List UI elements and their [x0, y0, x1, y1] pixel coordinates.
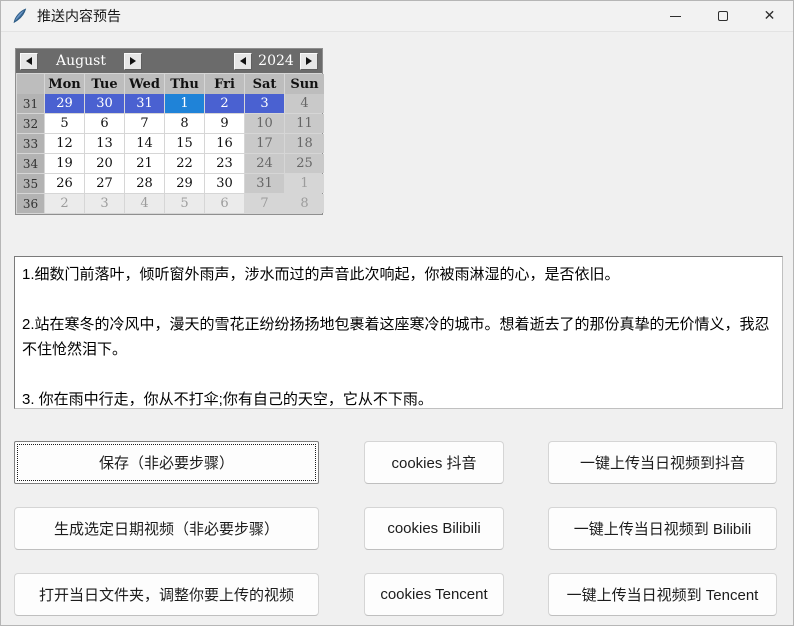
next-month-button[interactable] — [124, 53, 142, 70]
day-cell[interactable]: 12 — [45, 134, 84, 153]
calendar-grid: Mon Tue Wed Thu Fri Sat Sun 31 29 30 31 … — [16, 73, 322, 214]
day-cell[interactable]: 13 — [85, 134, 124, 153]
day-cell[interactable]: 4 — [125, 194, 164, 213]
chevron-left-icon — [26, 57, 32, 65]
day-cell[interactable]: 27 — [85, 174, 124, 193]
close-icon: ✕ — [764, 9, 776, 23]
day-cell[interactable]: 11 — [285, 114, 324, 133]
notes-textarea[interactable]: 1.细数门前落叶，倾听窗外雨声，涉水而过的声音此次响起，你被雨淋湿的心，是否依旧… — [14, 256, 783, 409]
week-number: 31 — [17, 94, 44, 113]
calendar-header: August 2024 — [16, 49, 322, 73]
save-button[interactable]: 保存（非必要步骤） — [14, 441, 319, 484]
minimize-icon — [670, 16, 681, 17]
day-cell[interactable]: 15 — [165, 134, 204, 153]
day-cell[interactable]: 3 — [85, 194, 124, 213]
minimize-button[interactable] — [652, 1, 699, 31]
week-number: 33 — [17, 134, 44, 153]
year-label: 2024 — [252, 53, 300, 69]
day-cell[interactable]: 7 — [125, 114, 164, 133]
day-cell[interactable]: 17 — [245, 134, 284, 153]
cookies-tencent-button[interactable]: cookies Tencent — [364, 573, 504, 616]
day-cell[interactable]: 4 — [285, 94, 324, 113]
day-cell-selected[interactable]: 1 — [165, 94, 204, 113]
close-button[interactable]: ✕ — [746, 1, 793, 31]
day-cell[interactable]: 22 — [165, 154, 204, 173]
window-title: 推送内容预告 — [37, 6, 121, 26]
calendar: August 2024 Mon Tue Wed Thu Fri Sat Sun … — [15, 48, 323, 215]
day-cell[interactable]: 29 — [165, 174, 204, 193]
weekday-header: Sat — [245, 74, 284, 95]
weekday-header: Fri — [205, 74, 244, 95]
day-cell[interactable]: 21 — [125, 154, 164, 173]
day-cell[interactable]: 14 — [125, 134, 164, 153]
day-cell[interactable]: 16 — [205, 134, 244, 153]
day-cell[interactable]: 26 — [45, 174, 84, 193]
weekday-header: Sun — [285, 74, 324, 95]
day-cell[interactable]: 10 — [245, 114, 284, 133]
day-cell[interactable]: 6 — [85, 114, 124, 133]
day-cell[interactable]: 2 — [45, 194, 84, 213]
upload-bilibili-button[interactable]: 一键上传当日视频到 Bilibili — [548, 507, 777, 550]
day-cell[interactable]: 23 — [205, 154, 244, 173]
generate-video-button[interactable]: 生成选定日期视频（非必要步骤） — [14, 507, 319, 550]
weekday-header: Mon — [45, 74, 84, 95]
day-cell[interactable]: 5 — [45, 114, 84, 133]
day-cell[interactable]: 9 — [205, 114, 244, 133]
day-cell[interactable]: 18 — [285, 134, 324, 153]
day-cell[interactable]: 7 — [245, 194, 284, 213]
open-folder-button[interactable]: 打开当日文件夹，调整你要上传的视频 — [14, 573, 319, 616]
upload-douyin-button[interactable]: 一键上传当日视频到抖音 — [548, 441, 777, 484]
python-feather-icon — [12, 8, 28, 24]
day-cell[interactable]: 29 — [45, 94, 84, 113]
cookies-bilibili-button[interactable]: cookies Bilibili — [364, 507, 504, 550]
day-cell[interactable]: 2 — [205, 94, 244, 113]
app-window: 推送内容预告 ✕ August 2024 Mon Tue Wed Thu Fri… — [0, 0, 794, 626]
month-label: August — [38, 53, 124, 69]
day-cell[interactable]: 30 — [205, 174, 244, 193]
maximize-icon — [718, 11, 728, 21]
day-cell[interactable]: 28 — [125, 174, 164, 193]
day-cell[interactable]: 19 — [45, 154, 84, 173]
day-cell[interactable]: 8 — [165, 114, 204, 133]
day-cell[interactable]: 8 — [285, 194, 324, 213]
weekday-corner — [17, 74, 44, 95]
next-year-button[interactable] — [300, 53, 318, 70]
day-cell[interactable]: 24 — [245, 154, 284, 173]
day-cell[interactable]: 31 — [125, 94, 164, 113]
cookies-douyin-button[interactable]: cookies 抖音 — [364, 441, 504, 484]
prev-month-button[interactable] — [20, 53, 38, 70]
day-cell[interactable]: 20 — [85, 154, 124, 173]
prev-year-button[interactable] — [234, 53, 252, 70]
weekday-header: Tue — [85, 74, 124, 95]
weekday-header: Thu — [165, 74, 204, 95]
day-cell[interactable]: 5 — [165, 194, 204, 213]
day-cell[interactable]: 25 — [285, 154, 324, 173]
day-cell[interactable]: 30 — [85, 94, 124, 113]
weekday-header: Wed — [125, 74, 164, 95]
week-number: 35 — [17, 174, 44, 193]
day-cell[interactable]: 6 — [205, 194, 244, 213]
day-cell[interactable]: 31 — [245, 174, 284, 193]
titlebar: 推送内容预告 ✕ — [1, 1, 793, 32]
upload-tencent-button[interactable]: 一键上传当日视频到 Tencent — [548, 573, 777, 616]
chevron-right-icon — [130, 57, 136, 65]
week-number: 32 — [17, 114, 44, 133]
day-cell[interactable]: 3 — [245, 94, 284, 113]
week-number: 34 — [17, 154, 44, 173]
maximize-button[interactable] — [699, 1, 746, 31]
window-controls: ✕ — [652, 1, 793, 31]
week-number: 36 — [17, 194, 44, 213]
chevron-right-icon — [306, 57, 312, 65]
day-cell[interactable]: 1 — [285, 174, 324, 193]
chevron-left-icon — [240, 57, 246, 65]
